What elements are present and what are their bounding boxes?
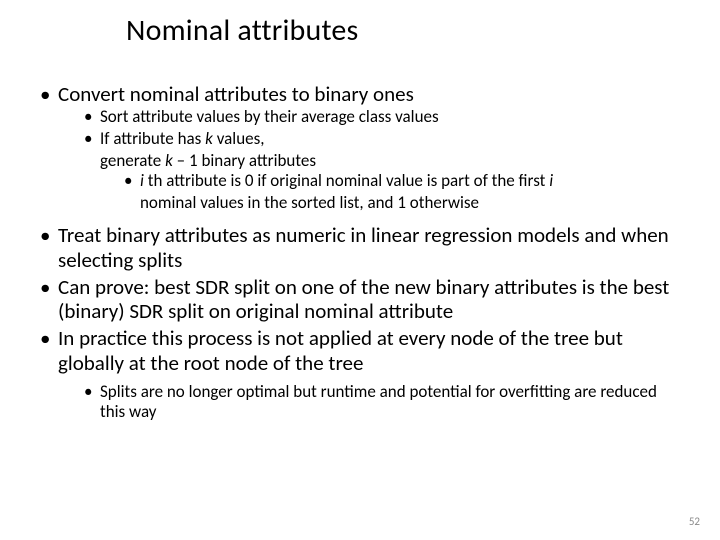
bullet-treat: Treat binary attributes as numeric in li…: [40, 223, 680, 273]
text: th attribute is 0 if original nominal va…: [148, 170, 549, 191]
bullet-ith-line2: nominal values in the sorted list, and 1…: [124, 193, 680, 213]
slide-title: Nominal attributes: [126, 12, 358, 49]
bullet-practice: In practice this process is not applied …: [40, 326, 680, 422]
slide: Nominal attributes Convert nominal attri…: [0, 0, 720, 540]
text: generate: [100, 150, 165, 171]
text: Convert nominal attributes to binary one…: [58, 81, 414, 107]
bullet-splits: Splits are no longer optimal but runtime…: [84, 382, 680, 422]
var-i: i: [140, 170, 148, 191]
text: values,: [213, 128, 265, 149]
var-k: k: [165, 150, 173, 171]
bullet-kvalues-line2: generate k – 1 binary attributes i th at…: [84, 151, 680, 213]
text: If attribute has: [100, 128, 205, 149]
bullet-convert: Convert nominal attributes to binary one…: [40, 82, 680, 213]
bullet-list: Convert nominal attributes to binary one…: [40, 82, 680, 422]
bullet-ith: i th attribute is 0 if original nominal …: [124, 171, 680, 191]
var-k: k: [205, 128, 213, 149]
page-number: 52: [689, 515, 700, 528]
bullet-sort: Sort attribute values by their average c…: [84, 107, 680, 127]
var-i: i: [549, 170, 553, 191]
text: In practice this process is not applied …: [58, 325, 623, 376]
text: – 1 binary attributes: [173, 150, 316, 171]
bullet-prove: Can prove: best SDR split on one of the …: [40, 275, 680, 325]
slide-body: Convert nominal attributes to binary one…: [40, 82, 680, 424]
bullet-kvalues: If attribute has k values,: [84, 129, 680, 149]
